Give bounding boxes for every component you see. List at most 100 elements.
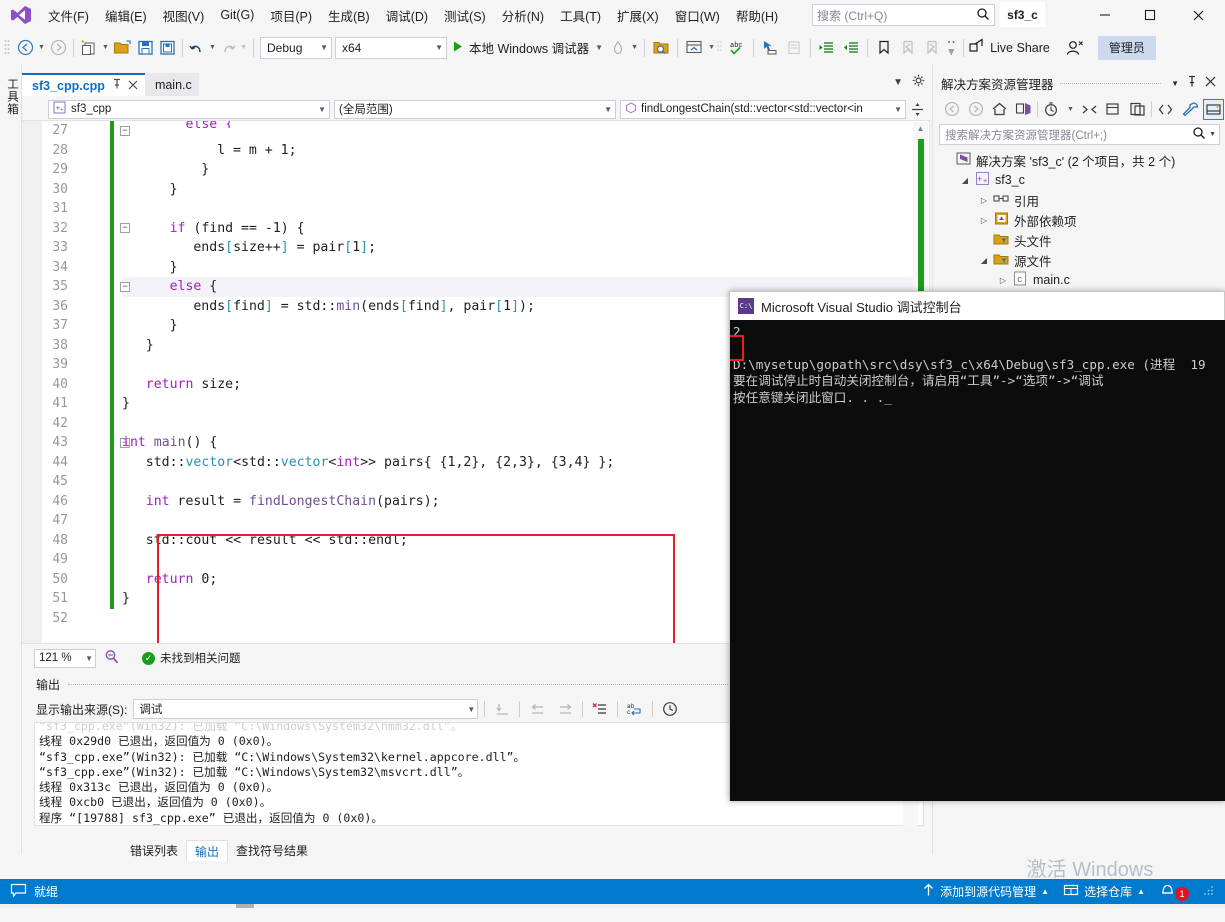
window-resize-handle[interactable] [236, 904, 254, 908]
comment-icon[interactable] [782, 36, 806, 60]
open-file-icon[interactable] [111, 36, 134, 60]
code-line[interactable]: 33 ends[size++] = pair[1]; [22, 238, 914, 258]
dock-tab-find-symbol-results[interactable]: 查找符号结果 [228, 840, 316, 861]
toolbar-grip[interactable] [4, 39, 14, 57]
code-line[interactable]: 30} [22, 179, 914, 199]
resize-grip-icon[interactable] [1203, 884, 1215, 899]
maximize-button[interactable] [1127, 0, 1172, 30]
navigate-forward-icon[interactable] [47, 36, 69, 60]
code-line[interactable]: 29} [22, 160, 914, 180]
code-line[interactable]: 27 − else { [22, 121, 914, 141]
redo-dropdown[interactable]: ▼ [238, 36, 249, 60]
hot-reload-dropdown[interactable]: ▼ [629, 36, 640, 60]
toolbar-overflow-button[interactable] [944, 36, 959, 60]
expanded-twisty-icon[interactable]: ◢ [958, 176, 972, 185]
find-in-files-icon[interactable] [649, 36, 673, 60]
document-tab-main-c[interactable]: main.c [144, 73, 199, 96]
code-line[interactable]: 31 [22, 199, 914, 219]
menu-item-file[interactable]: 文件(F) [40, 1, 97, 30]
solution-explorer-tree[interactable]: 解决方案 'sf3_c' (2 个项目，共 2 个) ◢ + + sf3_c ▷ 引用 ▷ 外部… [939, 150, 1225, 290]
menu-item-build[interactable]: 生成(B) [320, 1, 378, 30]
chevron-down-icon[interactable]: ▼ [893, 77, 903, 88]
menu-item-test[interactable]: 测试(S) [436, 1, 494, 30]
collapsed-twisty-icon[interactable]: ▷ [977, 216, 991, 225]
menu-item-project[interactable]: 项目(P) [262, 1, 320, 30]
navbar-project-select[interactable]: + + sf3_cpp ▼ [48, 99, 330, 119]
navigate-back-icon[interactable] [941, 99, 962, 120]
window-layout-dropdown[interactable]: ▼ [706, 36, 717, 60]
next-message-icon[interactable] [554, 699, 576, 719]
tree-item[interactable]: 头文件 [939, 230, 1225, 250]
tree-item[interactable]: ◢ + + sf3_c [939, 170, 1225, 190]
bookmark-icon[interactable] [872, 36, 896, 60]
clear-all-icon[interactable] [589, 699, 611, 719]
menu-item-tools[interactable]: 工具(T) [552, 1, 609, 30]
close-icon[interactable] [1201, 76, 1220, 90]
menu-item-analyze[interactable]: 分析(N) [494, 1, 552, 30]
navbar-member-select[interactable]: findLongestChain(std::vector<std::vector… [620, 99, 906, 119]
search-icon[interactable] [1192, 126, 1206, 143]
chevron-down-icon[interactable]: ▼ [1167, 79, 1183, 88]
menu-item-view[interactable]: 视图(V) [155, 1, 213, 30]
select-repository-button[interactable]: 选择仓库 ▲ [1063, 883, 1145, 900]
start-debugging-button[interactable]: 本地 Windows 调试器 ▼ [447, 38, 607, 57]
increase-indent-icon[interactable] [815, 36, 839, 60]
debug-console-window[interactable]: C:\ Microsoft Visual Studio 调试控制台 2 D:\m… [729, 291, 1225, 801]
code-view-icon[interactable] [1155, 99, 1176, 120]
toolbar-grip[interactable] [717, 39, 725, 57]
problem-status[interactable]: ✓ 未找到相关问题 [142, 650, 241, 666]
code-line[interactable]: 28 l = m + 1; [22, 140, 914, 160]
minimize-button[interactable] [1082, 0, 1127, 30]
undo-icon[interactable] [187, 36, 207, 60]
go-to-message-icon[interactable] [491, 699, 513, 719]
save-all-icon[interactable] [156, 36, 178, 60]
search-input[interactable]: 搜索 (Ctrl+Q) [812, 4, 995, 26]
navigate-forward-icon[interactable] [965, 99, 986, 120]
undo-dropdown[interactable]: ▼ [207, 36, 218, 60]
code-line[interactable]: 34} [22, 257, 914, 277]
tree-item[interactable]: ▷ c main.c [939, 270, 1225, 290]
active-solution-chip[interactable]: sf3_c [1000, 2, 1045, 27]
solution-platform-select[interactable]: x64 ▼ [335, 36, 447, 59]
save-icon[interactable] [134, 36, 156, 60]
account-icon[interactable] [1060, 36, 1090, 60]
chevron-down-icon[interactable]: ▼ [1206, 131, 1216, 138]
redo-icon[interactable] [218, 36, 238, 60]
pending-changes-dropdown[interactable]: ▼ [1065, 99, 1076, 120]
close-icon[interactable] [128, 78, 138, 93]
pending-changes-icon[interactable] [1041, 99, 1062, 120]
new-project-dropdown[interactable]: ▼ [100, 36, 111, 60]
console-output-area[interactable]: 2 D:\mysetup\gopath\src\dsy\sf3_c\x64\De… [730, 320, 1225, 801]
home-icon[interactable] [989, 99, 1010, 120]
zoom-magnifier-icon[interactable] [104, 649, 120, 668]
properties-pane-icon[interactable] [1127, 99, 1148, 120]
code-line[interactable]: 32 − if (find == -1) { [22, 218, 914, 238]
tree-item[interactable]: ◢ 源文件 [939, 250, 1225, 270]
document-tab-sf3-cpp[interactable]: sf3_cpp.cpp [22, 73, 145, 96]
window-layout-icon[interactable] [682, 36, 706, 60]
add-to-source-control-button[interactable]: 添加到源代码管理 ▲ [922, 883, 1049, 900]
zoom-level-select[interactable]: 121 % ▼ [34, 648, 96, 668]
pin-icon[interactable] [112, 78, 122, 93]
gear-icon[interactable] [912, 74, 925, 90]
select-pointer-icon[interactable] [758, 36, 782, 60]
collapsed-twisty-icon[interactable]: ▷ [977, 196, 991, 205]
show-all-files-icon[interactable] [1103, 99, 1124, 120]
preview-pane-icon[interactable] [1203, 98, 1224, 120]
sync-with-editor-icon[interactable] [1013, 99, 1034, 120]
toolbox-dock-tab[interactable]: 工具箱 [0, 64, 22, 854]
decrease-indent-icon[interactable] [839, 36, 863, 60]
spellcheck-abc-icon[interactable]: abc [725, 36, 749, 60]
menu-item-git[interactable]: Git(G) [212, 3, 262, 27]
collapse-all-icon[interactable] [1079, 99, 1100, 120]
new-project-icon[interactable] [78, 36, 100, 60]
pin-icon[interactable] [1183, 75, 1201, 91]
tree-item[interactable]: ▷ 引用 [939, 190, 1225, 210]
output-source-select[interactable]: 调试 ▼ [133, 699, 479, 719]
word-wrap-icon[interactable]: ab c [624, 699, 646, 719]
notifications-button[interactable]: 1 [1159, 882, 1189, 901]
properties-wrench-icon[interactable] [1179, 99, 1200, 120]
scroll-up-arrow-icon[interactable]: ▲ [913, 124, 928, 133]
tree-item[interactable]: 解决方案 'sf3_c' (2 个项目，共 2 个) [939, 150, 1225, 170]
navigate-back-icon[interactable] [14, 36, 36, 60]
